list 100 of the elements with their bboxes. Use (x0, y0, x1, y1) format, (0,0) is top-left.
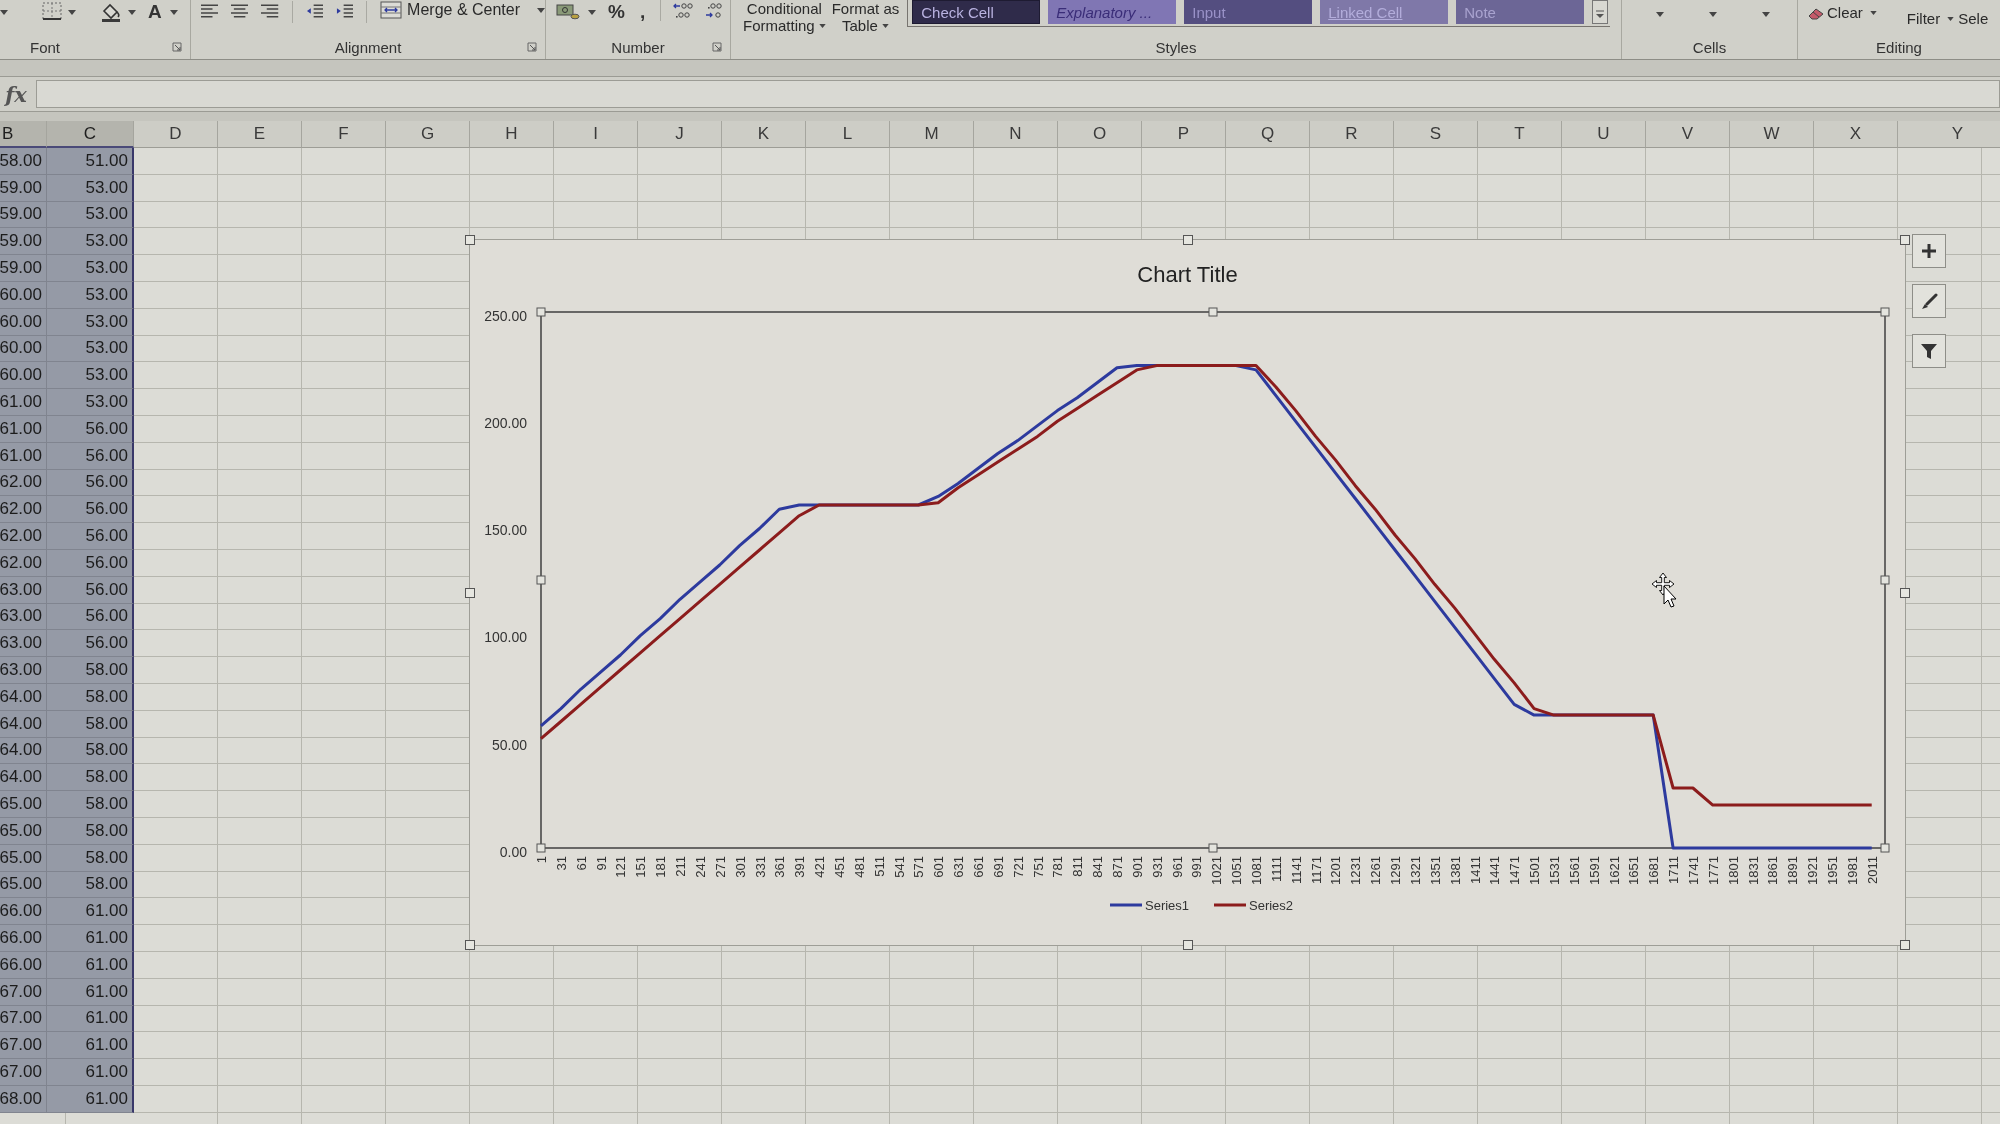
gallery-more-icon[interactable] (1592, 0, 1609, 24)
column-header[interactable]: L (806, 121, 890, 148)
column-header[interactable]: J (638, 121, 722, 148)
caret-icon (881, 23, 889, 28)
caret-icon[interactable] (1709, 12, 1717, 17)
table-cell: 51.00 (47, 148, 134, 175)
x-axis-label: 1021 (1209, 856, 1225, 885)
resize-handle[interactable] (1208, 307, 1218, 317)
paint-bucket-icon[interactable] (100, 2, 122, 22)
table-cell: 59.00 (0, 228, 47, 256)
merge-center-button[interactable]: Merge & Center (380, 1, 545, 19)
table-cell: 58.00 (47, 737, 134, 765)
resize-handle[interactable] (1900, 235, 1910, 245)
x-axis-label: 661 (970, 856, 986, 878)
table-cell: 56.00 (47, 496, 134, 524)
resize-handle[interactable] (1182, 235, 1193, 245)
align-left-icon[interactable] (201, 4, 219, 18)
resize-handle[interactable] (1880, 575, 1890, 585)
find-select-button[interactable]: Sele (1958, 10, 1989, 27)
decrease-indent-icon[interactable] (305, 4, 323, 18)
table-cell: 61.00 (47, 1032, 134, 1060)
column-header[interactable]: K (722, 121, 806, 148)
column-header[interactable]: W (1730, 121, 1814, 148)
dialog-launcher-icon[interactable] (712, 42, 722, 52)
column-header[interactable]: S (1394, 121, 1478, 148)
increase-indent-icon[interactable] (335, 4, 354, 18)
column-header[interactable]: T (1478, 121, 1562, 148)
dialog-launcher-icon[interactable] (172, 42, 182, 52)
align-center-icon[interactable] (231, 4, 249, 18)
table-cell: 56.00 (47, 442, 134, 470)
column-header[interactable]: N (974, 121, 1058, 148)
dialog-launcher-icon[interactable] (527, 42, 537, 52)
increase-decimal-icon[interactable] (673, 2, 694, 20)
caret-icon[interactable] (128, 10, 136, 15)
column-header[interactable]: G (386, 121, 470, 148)
formula-field[interactable] (36, 80, 2000, 108)
x-axis-label: 1411 (1467, 856, 1483, 884)
percent-button[interactable]: % (608, 2, 625, 22)
table-cell: 61.00 (47, 1085, 134, 1113)
group-label: Styles (1155, 38, 1197, 56)
font-color-button[interactable]: A (148, 2, 162, 22)
align-right-icon[interactable] (261, 4, 279, 18)
conditional-formatting-button[interactable]: Conditional Formatting (743, 0, 826, 34)
sort-filter-button[interactable]: Filter (1906, 10, 1955, 27)
resize-handle[interactable] (465, 587, 475, 598)
chart-styles-button[interactable] (1912, 284, 1946, 318)
caret-icon[interactable] (0, 10, 8, 15)
resize-handle[interactable] (465, 940, 475, 950)
resize-handle[interactable] (465, 235, 475, 245)
x-axis-label: 541 (891, 856, 907, 878)
column-header[interactable]: F (302, 121, 386, 148)
column-header[interactable]: U (1562, 121, 1646, 148)
column-header[interactable]: V (1646, 121, 1730, 148)
caret-icon[interactable] (588, 10, 596, 15)
column-header[interactable]: I (554, 121, 638, 148)
resize-handle[interactable] (1900, 587, 1910, 598)
y-axis-label: 100.00 (484, 629, 527, 646)
column-header[interactable]: P (1142, 121, 1226, 148)
column-header[interactable]: Q (1226, 121, 1310, 148)
column-header[interactable]: X (1814, 121, 1898, 148)
resize-handle[interactable] (1900, 940, 1910, 950)
borders-icon[interactable] (42, 2, 62, 20)
pen-icon (1920, 292, 1938, 310)
column-header[interactable]: M (890, 121, 974, 148)
resize-handle[interactable] (536, 307, 546, 317)
column-header[interactable]: O (1058, 121, 1142, 148)
caret-icon[interactable] (68, 10, 76, 15)
column-header[interactable]: C (47, 121, 134, 148)
resize-handle[interactable] (1208, 843, 1218, 853)
caret-icon[interactable] (169, 10, 178, 15)
banknote-icon[interactable] (556, 2, 580, 20)
resize-handle[interactable] (1182, 940, 1193, 950)
cell-style-option[interactable]: Check Cell (912, 0, 1041, 24)
column-header[interactable]: H (470, 121, 554, 148)
chart-filters-button[interactable] (1912, 334, 1946, 368)
comma-button[interactable]: , (636, 2, 649, 22)
column-header[interactable]: Y (1898, 121, 2000, 148)
table-cell: 53.00 (47, 228, 134, 256)
column-header[interactable]: B (0, 121, 47, 148)
column-header[interactable]: R (1310, 121, 1394, 148)
table-cell: 65.00 (0, 791, 47, 818)
column-header[interactable]: D (134, 121, 218, 148)
caret-icon (818, 23, 826, 28)
resize-handle[interactable] (1880, 307, 1890, 317)
resize-handle[interactable] (536, 843, 546, 853)
caret-icon[interactable] (1656, 12, 1664, 17)
caret-icon[interactable] (1762, 12, 1770, 17)
insert-function-button[interactable]: fx (0, 77, 32, 111)
table-cell: 56.00 (47, 576, 134, 604)
table-cell: 56.00 (47, 415, 134, 443)
column-header[interactable]: E (218, 121, 302, 148)
chart-elements-button[interactable] (1912, 234, 1946, 268)
table-cell: 56.00 (47, 603, 134, 631)
resize-handle[interactable] (1880, 843, 1890, 853)
x-axis-label: 1891 (1785, 856, 1801, 885)
group-label: Number (611, 38, 665, 56)
table-cell: 62.00 (0, 523, 47, 550)
format-as-table-button[interactable]: Format as Table (831, 0, 900, 34)
resize-handle[interactable] (536, 575, 546, 585)
clear-button[interactable]: Clear (1808, 4, 1877, 21)
